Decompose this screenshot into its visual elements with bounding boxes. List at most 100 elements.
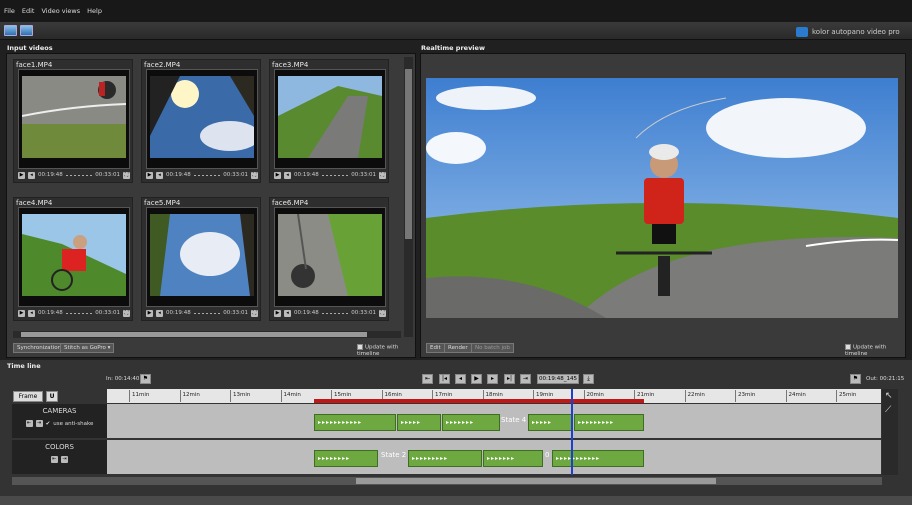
timeline-scrollbar[interactable] [12, 477, 882, 485]
video-frame [274, 207, 386, 307]
camera-state-segment[interactable]: ▸▸▸▸▸▸▸▸▸▸▸ [314, 414, 396, 431]
camera-state-segment[interactable]: ▸▸▸▸▸▸▸▸▸ [574, 414, 644, 431]
anti-shake-checkbox[interactable]: ✔ [46, 421, 51, 427]
color-state-segment[interactable]: ▸▸▸▸▸▸▸▸▸ [408, 450, 482, 467]
preview-viewport[interactable] [426, 78, 898, 318]
anti-shake-label: use anti-shake [53, 420, 94, 427]
menu-video-views[interactable]: Video views [41, 7, 80, 15]
video-card-face5[interactable]: face5.MP4 ▶ ◂ 00:19:48 00:33:01 ⛶ [141, 197, 261, 321]
fullscreen-icon[interactable]: ⛶ [123, 171, 130, 179]
scrub-bar[interactable] [65, 312, 93, 314]
camera-state-label: State 4 [501, 416, 527, 424]
pointer-tool-icon[interactable]: ↖ [885, 391, 893, 401]
scrub-bar[interactable] [193, 174, 221, 176]
update-with-timeline-left[interactable]: Update with timeline [357, 344, 415, 357]
video-thumbnail [150, 76, 254, 158]
import-videos-icon[interactable] [4, 25, 17, 36]
play-icon[interactable]: ▶ [18, 309, 25, 317]
frame-button[interactable]: Frame [13, 391, 43, 402]
colors-track-header: COLORS ⇤ ⇥ [12, 440, 107, 474]
cameras-label: CAMERAS [42, 407, 77, 415]
video-controls: ▶ ◂ 00:19:48 00:33:01 ⛶ [18, 170, 130, 180]
playhead[interactable] [571, 389, 573, 475]
volume-icon[interactable]: ◂ [156, 171, 163, 179]
camera-state-segment[interactable]: ▸▸▸▸▸ [528, 414, 572, 431]
horizontal-scrollbar[interactable] [13, 331, 401, 338]
scrub-bar[interactable] [65, 174, 93, 176]
video-frame [18, 207, 130, 307]
input-videos-panel: face1.MP4 ▶ ◂ 00:19:48 00:33:01 ⛶ face2.… [6, 53, 416, 358]
scrub-bar[interactable] [321, 312, 349, 314]
synchronization-button[interactable]: Synchronization [13, 343, 66, 353]
time-end: 00:33:01 [95, 310, 120, 316]
checkbox-icon[interactable] [357, 344, 363, 350]
camera-state-segment[interactable]: ▸▸▸▸▸▸▸ [442, 414, 500, 431]
video-card-face2[interactable]: face2.MP4 ▶ ◂ 00:19:48 00:33:01 ⛶ [141, 59, 261, 183]
video-name: face4.MP4 [16, 199, 53, 207]
stitch-select[interactable]: Stitch as GoPro ▾ [60, 343, 115, 353]
set-out-button[interactable]: ⚑ [850, 374, 861, 384]
color-state-segment[interactable]: ▸▸▸▸▸▸▸ [483, 450, 543, 467]
selected-range-bar[interactable] [314, 399, 644, 403]
batch-job-button[interactable]: No batch job [471, 343, 514, 353]
fullscreen-icon[interactable]: ⛶ [379, 171, 386, 179]
set-in-button[interactable]: ⚑ [140, 374, 151, 384]
go-out-icon[interactable]: ⇥ [520, 374, 531, 384]
prev-state-icon[interactable]: ⇤ [25, 420, 33, 427]
vertical-scrollbar[interactable] [404, 57, 413, 337]
play-icon[interactable]: ▶ [471, 374, 482, 384]
volume-icon[interactable]: ◂ [284, 171, 291, 179]
video-card-face6[interactable]: face6.MP4 ▶ ◂ 00:19:48 00:33:01 ⛶ [269, 197, 389, 321]
color-state-segment[interactable]: ▸▸▸▸▸▸▸▸▸▸▸ [552, 450, 644, 467]
volume-icon[interactable]: ◂ [284, 309, 291, 317]
volume-icon[interactable]: ◂ [28, 309, 35, 317]
ruler-tick: 24min [785, 390, 806, 402]
fullscreen-icon[interactable]: ⛶ [251, 309, 258, 317]
update-with-timeline-right[interactable]: Update with timeline [845, 344, 905, 357]
fullscreen-icon[interactable]: ⛶ [379, 309, 386, 317]
video-card-face4[interactable]: face4.MP4 ▶ ◂ 00:19:48 00:33:01 ⛶ [13, 197, 133, 321]
play-icon[interactable]: ▶ [274, 171, 281, 179]
h-scrollbar-thumb[interactable] [21, 332, 367, 337]
u-button[interactable]: U [46, 391, 58, 402]
play-icon[interactable]: ▶ [18, 171, 25, 179]
step-back-icon[interactable]: ◂ [455, 374, 466, 384]
menu-file[interactable]: File [4, 7, 15, 15]
prev-keyframe-icon[interactable]: |◂ [439, 374, 450, 384]
video-card-face3[interactable]: face3.MP4 ▶ ◂ 00:19:48 00:33:01 ⛶ [269, 59, 389, 183]
prev-state-icon[interactable]: ⇤ [51, 456, 58, 463]
scrub-bar[interactable] [193, 312, 221, 314]
volume-icon[interactable]: ◂ [28, 171, 35, 179]
ruler-tick: 23min [735, 390, 755, 402]
import-images-icon[interactable] [20, 25, 33, 36]
time-start: 00:19:48 [38, 172, 63, 178]
checkbox-icon[interactable] [845, 344, 851, 350]
menu-help[interactable]: Help [87, 7, 102, 15]
video-frame [146, 207, 258, 307]
cut-tool-icon[interactable]: ⟋ [885, 405, 891, 415]
fullscreen-icon[interactable]: ⛶ [123, 309, 130, 317]
next-keyframe-icon[interactable]: ▸| [504, 374, 515, 384]
play-icon[interactable]: ▶ [274, 309, 281, 317]
menu-edit[interactable]: Edit [22, 7, 35, 15]
go-in-icon[interactable]: ⇤ [422, 374, 433, 384]
edit-button[interactable]: Edit [426, 343, 445, 353]
current-time-field[interactable]: 00:19:48_145 [537, 374, 579, 384]
next-state-icon[interactable]: ⇥ [61, 456, 68, 463]
video-card-face1[interactable]: face1.MP4 ▶ ◂ 00:19:48 00:33:01 ⛶ [13, 59, 133, 183]
time-start: 00:19:48 [294, 172, 319, 178]
step-forward-icon[interactable]: ▸ [487, 374, 498, 384]
camera-state-segment[interactable]: ▸▸▸▸▸ [397, 414, 441, 431]
play-icon[interactable]: ▶ [146, 171, 153, 179]
play-icon[interactable]: ▶ [146, 309, 153, 317]
timeline-scrollbar-thumb[interactable] [356, 478, 716, 484]
volume-icon[interactable]: ◂ [156, 309, 163, 317]
render-button[interactable]: Render [444, 343, 472, 353]
color-state-segment[interactable]: ▸▸▸▸▸▸▸▸ [314, 450, 378, 467]
update-label: Update with timeline [845, 344, 887, 357]
fullscreen-icon[interactable]: ⛶ [251, 171, 258, 179]
scrollbar-thumb[interactable] [405, 69, 412, 239]
scrub-bar[interactable] [321, 174, 349, 176]
next-state-icon[interactable]: ⇥ [35, 420, 43, 427]
snap-icon[interactable]: ⤓ [583, 374, 594, 384]
